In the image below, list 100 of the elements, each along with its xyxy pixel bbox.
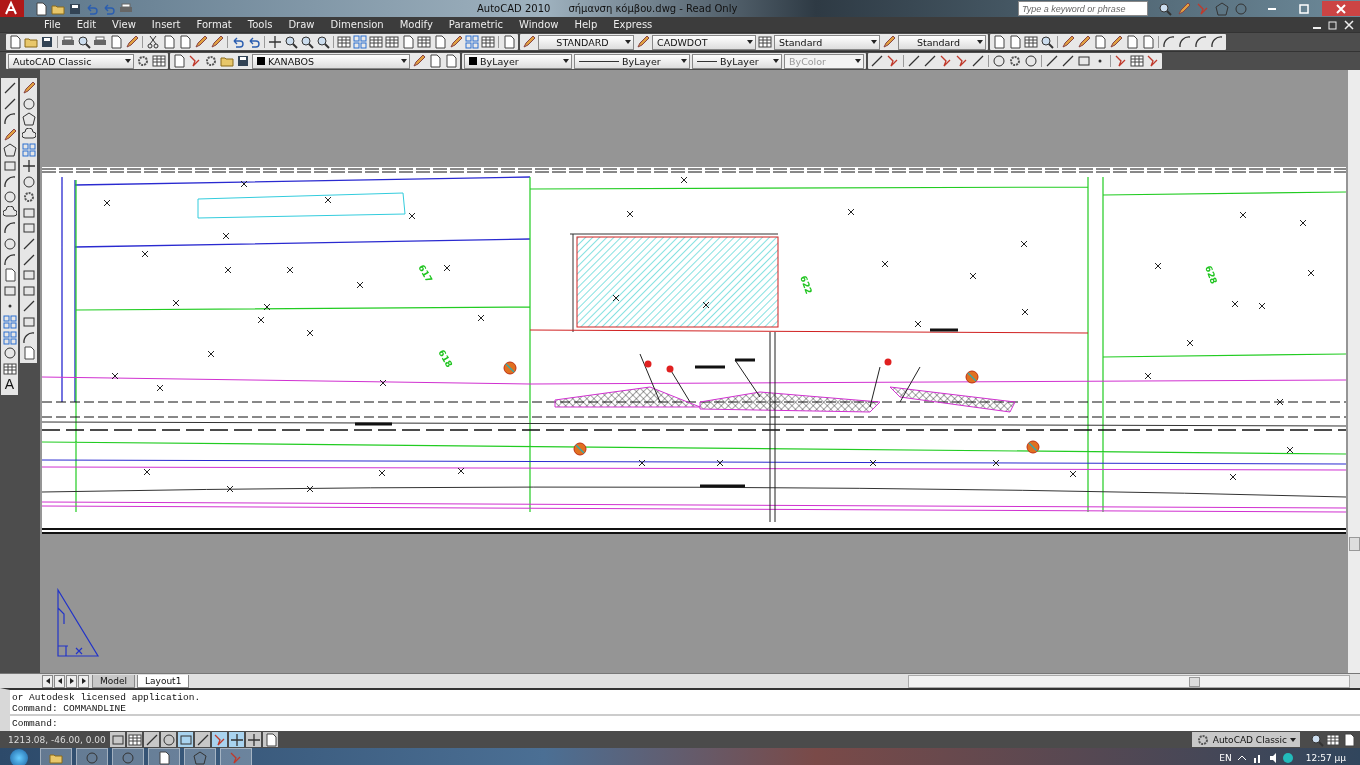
magnifier-icon[interactable]: [316, 35, 330, 49]
pencil-icon[interactable]: [21, 81, 36, 95]
arc-icon[interactable]: [2, 174, 17, 189]
pencil-icon[interactable]: [2, 127, 17, 142]
arc-icon[interactable]: [1178, 35, 1192, 49]
document-icon[interactable]: [109, 35, 123, 49]
vertical-scrollbar[interactable]: [1348, 70, 1360, 673]
document-icon[interactable]: [157, 751, 171, 765]
taskbar-button[interactable]: [184, 748, 216, 765]
document-icon[interactable]: [21, 346, 36, 361]
table-icon[interactable]: [758, 35, 772, 49]
pencil-icon[interactable]: [194, 35, 208, 49]
pencil-icon[interactable]: [210, 35, 224, 49]
magnifier-icon[interactable]: [300, 35, 314, 49]
move-icon[interactable]: [268, 35, 282, 49]
pencil-icon[interactable]: [522, 35, 536, 49]
menu-item[interactable]: Edit: [68, 19, 105, 30]
table-icon[interactable]: [337, 35, 351, 49]
line-icon[interactable]: [2, 81, 17, 95]
line-icon[interactable]: [971, 54, 985, 68]
taskbar-button[interactable]: [220, 748, 252, 765]
menu-item[interactable]: File: [36, 19, 69, 30]
osnap-toggle[interactable]: [178, 732, 193, 747]
document-icon[interactable]: [162, 35, 176, 49]
line-icon[interactable]: [907, 54, 921, 68]
grid-icon[interactable]: [465, 35, 479, 49]
menu-item[interactable]: Help: [566, 19, 606, 30]
text-tool[interactable]: A: [4, 377, 15, 393]
circle-icon[interactable]: [2, 346, 17, 361]
arc-icon[interactable]: [1194, 35, 1208, 49]
pencil-icon[interactable]: [125, 35, 139, 49]
document-icon[interactable]: [1342, 732, 1356, 747]
undo-icon[interactable]: [247, 35, 261, 49]
arc-icon[interactable]: [1162, 35, 1176, 49]
text-style-dropdown[interactable]: STANDARD: [538, 34, 634, 50]
save-icon[interactable]: [68, 1, 82, 16]
close-icon[interactable]: [1342, 17, 1356, 32]
qp-toggle[interactable]: [263, 732, 278, 747]
layer-dropdown[interactable]: KANABOS: [252, 53, 410, 69]
line-icon[interactable]: [1045, 54, 1059, 68]
menu-item[interactable]: Dimension: [322, 19, 392, 30]
next-tab-button[interactable]: [66, 674, 77, 688]
menu-item[interactable]: Insert: [143, 19, 189, 30]
first-tab-button[interactable]: [42, 674, 53, 688]
document-icon[interactable]: [1141, 35, 1155, 49]
undo-icon[interactable]: [231, 35, 245, 49]
magnifier-icon[interactable]: [1310, 732, 1324, 747]
pencil-icon[interactable]: [882, 35, 896, 49]
taskbar-button[interactable]: [40, 748, 72, 765]
circle-icon[interactable]: [2, 236, 17, 251]
search-field[interactable]: Type a keyword or phrase: [1018, 1, 1148, 16]
arc-icon[interactable]: [1210, 35, 1224, 49]
otrack-toggle[interactable]: [195, 732, 210, 747]
dimension-style-dropdown[interactable]: CADWDOT: [652, 34, 756, 50]
menu-item[interactable]: Parametric: [440, 19, 511, 30]
lineweight-dropdown[interactable]: ByLayer: [692, 53, 782, 69]
menu-item[interactable]: Draw: [280, 19, 323, 30]
magnifier-icon[interactable]: [284, 35, 298, 49]
save-icon[interactable]: [236, 54, 250, 68]
circle-icon[interactable]: [21, 96, 36, 111]
arc-icon[interactable]: [2, 221, 17, 236]
app-logo-icon[interactable]: [0, 0, 24, 17]
taskbar-button[interactable]: [112, 748, 144, 765]
document-icon[interactable]: [178, 35, 192, 49]
table-icon[interactable]: [152, 54, 166, 68]
line-icon[interactable]: [21, 299, 36, 314]
close-button[interactable]: [1322, 1, 1360, 16]
dyn-toggle[interactable]: [229, 732, 244, 747]
table-icon[interactable]: [1024, 35, 1038, 49]
document-icon[interactable]: [433, 35, 447, 49]
multileader-style-dropdown[interactable]: Standard: [898, 34, 986, 50]
workspace-menu[interactable]: AutoCAD Classic: [1191, 732, 1300, 747]
document-icon[interactable]: [172, 54, 186, 68]
system-tray-icons[interactable]: [1235, 752, 1296, 764]
line-icon[interactable]: [2, 96, 17, 111]
magnifier-icon[interactable]: [1040, 35, 1054, 49]
circle-icon[interactable]: [992, 54, 1006, 68]
polygon-icon[interactable]: [2, 143, 17, 158]
circle-icon[interactable]: [21, 174, 36, 189]
arc-icon[interactable]: [2, 252, 17, 267]
document-icon[interactable]: [1093, 35, 1107, 49]
pencil-icon[interactable]: [449, 35, 463, 49]
document-icon[interactable]: [444, 54, 458, 68]
line-icon[interactable]: [1061, 54, 1075, 68]
taskbar-button[interactable]: [76, 748, 108, 765]
table-icon[interactable]: [369, 35, 383, 49]
table-icon[interactable]: [385, 35, 399, 49]
menu-item[interactable]: Tools: [239, 19, 281, 30]
folder-icon[interactable]: [49, 751, 63, 765]
document-icon[interactable]: [401, 35, 415, 49]
pencil-icon[interactable]: [636, 35, 650, 49]
menu-item[interactable]: Window: [511, 19, 567, 30]
snap-toggle[interactable]: [110, 732, 125, 747]
circle-icon[interactable]: [2, 190, 17, 205]
lwt-toggle[interactable]: [246, 732, 261, 747]
pencil-icon[interactable]: [1061, 35, 1075, 49]
document-icon[interactable]: [1008, 35, 1022, 49]
pencil-icon[interactable]: [1077, 35, 1091, 49]
table-icon[interactable]: [417, 35, 431, 49]
circle-icon[interactable]: [1024, 54, 1038, 68]
